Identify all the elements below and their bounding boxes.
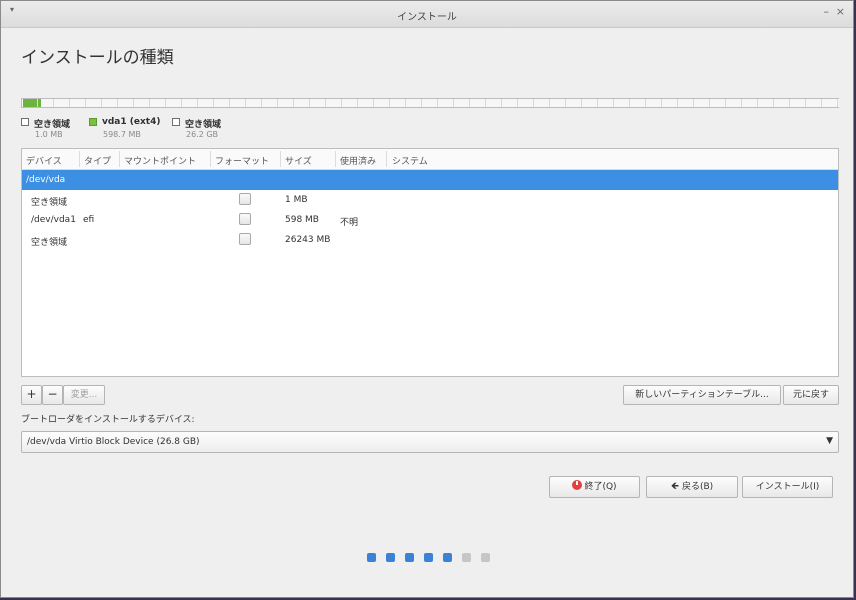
column-separator <box>386 151 387 167</box>
back-button-label: 戻る(B) <box>681 482 714 492</box>
partition-table[interactable]: デバイス タイプ マウントポイント フォーマット サイズ 使用済み システム /dev/vd… <box>21 148 839 377</box>
column-header[interactable]: デバイス <box>26 154 62 167</box>
format-checkbox[interactable] <box>239 193 251 205</box>
change-partition-button[interactable]: 変更... <box>63 385 105 405</box>
table-row[interactable]: 空き領域 1 MB <box>22 190 838 210</box>
installer-window: ▾ インストール – × インストールの種類 空き領域 1.0 MB vda1 (e… <box>0 0 854 598</box>
revert-button[interactable]: 元に戻す <box>783 385 839 405</box>
quit-button[interactable]: 終了(Q) <box>549 476 640 498</box>
progress-dot-complete <box>367 553 376 562</box>
page-title: インストールの種類 <box>21 48 174 68</box>
quit-button-label: 終了(Q) <box>584 482 617 492</box>
size-cell: 598 MB <box>285 215 319 225</box>
partition-bar-grid <box>22 99 838 107</box>
column-header[interactable]: サイズ <box>285 154 312 167</box>
progress-dot-complete <box>405 553 414 562</box>
power-icon <box>572 480 583 490</box>
column-separator <box>335 151 336 167</box>
progress-dot-complete <box>424 553 433 562</box>
column-header[interactable]: マウントポイント <box>124 154 196 167</box>
type-cell: efi <box>83 215 95 225</box>
window-title: インストール <box>397 12 457 23</box>
column-header[interactable]: システム <box>392 154 428 167</box>
device-cell: /dev/vda <box>26 175 66 185</box>
progress-dot-complete <box>386 553 395 562</box>
minimize-icon[interactable]: – <box>824 5 830 18</box>
legend-name: 空き領域 <box>185 120 222 130</box>
back-arrow-icon: 🡸 <box>670 481 679 492</box>
close-icon[interactable]: × <box>836 5 845 18</box>
bootloader-device-select[interactable]: /dev/vda Virtio Block Device (26.8 GB) ▼ <box>21 431 839 453</box>
table-row[interactable]: 空き領域 26243 MB <box>22 230 838 250</box>
column-header[interactable]: 使用済み <box>340 154 376 167</box>
column-separator <box>280 151 281 167</box>
column-header[interactable]: タイプ <box>84 154 111 167</box>
legend-name: 空き領域 <box>34 120 71 130</box>
column-separator <box>79 151 80 167</box>
column-separator <box>119 151 120 167</box>
install-button[interactable]: インストール(I) <box>742 476 833 498</box>
bootloader-device-value: /dev/vda Virtio Block Device (26.8 GB) <box>27 437 200 447</box>
legend-size: 1.0 MB <box>35 130 63 139</box>
back-button[interactable]: 🡸 戻る(B) <box>646 476 738 498</box>
progress-dot-pending <box>481 553 490 562</box>
partition-bar <box>21 98 839 108</box>
legend-swatch <box>21 118 29 126</box>
legend-size: 26.2 GB <box>186 130 219 139</box>
title-bar: ▾ インストール – × <box>1 1 853 28</box>
device-cell: 空き領域 <box>31 238 68 248</box>
bootloader-label: ブートローダをインストールするデバイス: <box>21 415 195 425</box>
new-partition-table-button[interactable]: 新しいパーティションテーブル... <box>623 385 781 405</box>
format-checkbox[interactable] <box>239 233 251 245</box>
size-cell: 1 MB <box>285 195 308 205</box>
column-separator <box>210 151 211 167</box>
column-header[interactable]: フォーマット <box>215 154 269 167</box>
legend-swatch <box>172 118 180 126</box>
progress-dot-pending <box>462 553 471 562</box>
dropdown-arrow-icon: ▼ <box>826 436 833 446</box>
format-checkbox[interactable] <box>239 213 251 225</box>
table-header: デバイス タイプ マウントポイント フォーマット サイズ 使用済み システム <box>22 149 838 170</box>
remove-partition-button[interactable]: − <box>42 385 63 405</box>
legend-name: vda1 (ext4) <box>102 117 161 127</box>
legend-size: 598.7 MB <box>103 130 141 139</box>
size-cell: 26243 MB <box>285 235 331 245</box>
add-partition-button[interactable]: + <box>21 385 42 405</box>
progress-dot-complete <box>443 553 452 562</box>
legend-swatch <box>89 118 97 126</box>
table-row[interactable]: /dev/vda1 efi 598 MB 不明 <box>22 210 838 230</box>
table-row[interactable]: /dev/vda <box>22 170 838 190</box>
used-cell: 不明 <box>340 218 359 228</box>
device-cell: 空き領域 <box>31 198 68 208</box>
device-cell: /dev/vda1 <box>31 215 76 225</box>
